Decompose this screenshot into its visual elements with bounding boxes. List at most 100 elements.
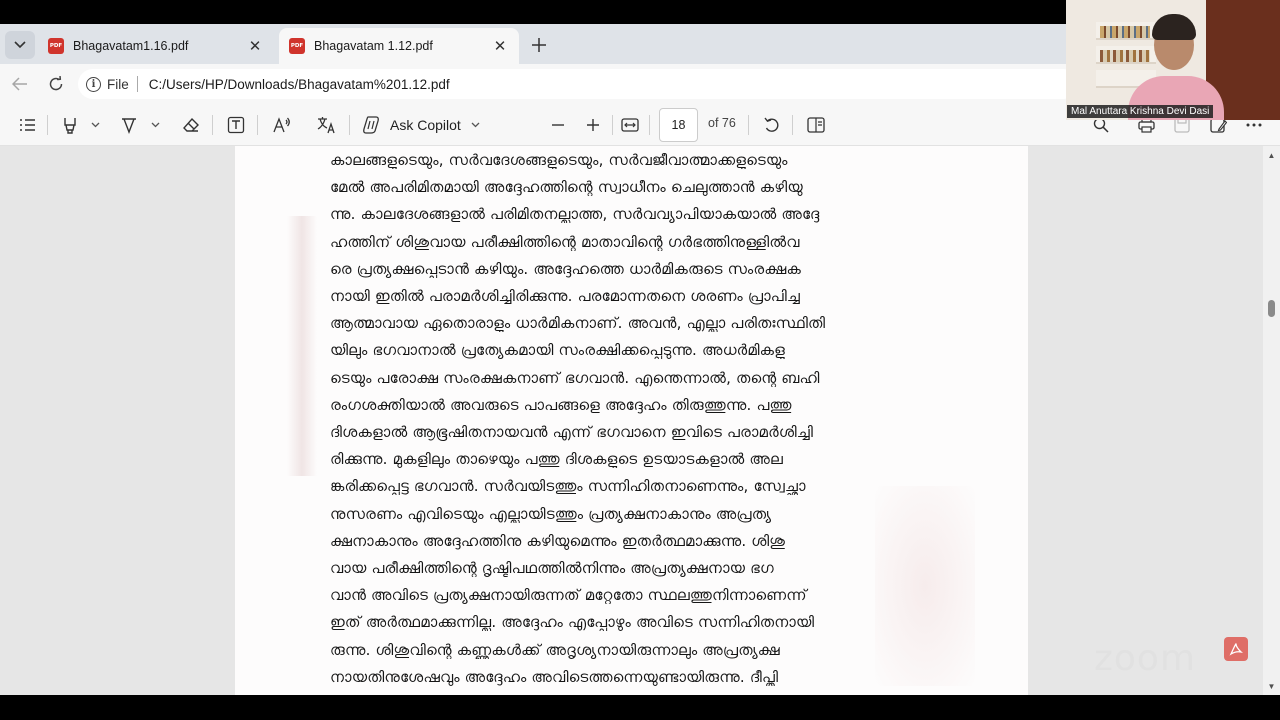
page-view-icon	[807, 117, 825, 133]
read-aloud-icon	[272, 117, 290, 133]
close-tab-icon[interactable]: ✕	[491, 37, 509, 55]
scroll-up-arrow-icon[interactable]: ▲	[1263, 148, 1280, 162]
document-text-line: രെ പ്രത്യക്ഷപ്പെടാൻ കഴിയും. അദ്ദേഹത്തെ ധ…	[330, 259, 801, 278]
document-text-line: ആത്മാവായ ഏതൊരാളും ധാർമികനാണ്. അവൻ, എല്ലാ…	[330, 314, 826, 333]
back-button[interactable]	[7, 71, 33, 97]
highlight-options-chevron[interactable]	[89, 113, 101, 137]
tab-title: Bhagavatam 1.12.pdf	[314, 39, 433, 53]
back-arrow-icon	[12, 77, 27, 91]
document-text-line: നായതിനുശേഷവും അദ്ദേഹം അവിടെത്തന്നെയുണ്ടാ…	[330, 667, 779, 686]
page-view-button[interactable]	[806, 113, 826, 137]
pdf-file-icon: PDF	[48, 38, 64, 54]
fit-to-width-button[interactable]	[620, 113, 640, 137]
url-divider	[136, 76, 138, 92]
contents-list-icon	[19, 119, 35, 131]
read-aloud-button[interactable]	[271, 113, 291, 137]
page-total-label: of 76	[708, 116, 736, 130]
tab-title: Bhagavatam1.16.pdf	[73, 39, 189, 53]
translate-icon	[317, 117, 335, 134]
books	[1100, 26, 1150, 38]
url-field[interactable]: i File C:/Users/HP/Downloads/Bhagavatam%…	[78, 69, 1078, 99]
toolbar-divider	[649, 115, 650, 135]
pdf-viewer[interactable]: കാലങ്ങളുടെയും, സർവദേശങ്ങളുടെയും, സർവജീവാ…	[0, 146, 1280, 695]
draw-button[interactable]	[119, 113, 139, 137]
participant-video-thumbnail[interactable]: Mal Anuttara Krishna Devi Dasi	[1066, 0, 1280, 120]
eraser-icon	[183, 117, 199, 132]
highlighter-icon	[64, 118, 76, 134]
document-text-line: രിക്കുന്നു. മുകളിലും താഴെയും പത്തു ദിശകള…	[330, 450, 783, 469]
vertical-scrollbar[interactable]: ▲ ▼	[1263, 146, 1280, 695]
chevron-down-icon	[14, 41, 26, 49]
document-text-line: മേൽ അപരിമിതമായി അദ്ദേഹത്തിന്റെ സ്വാധീനം …	[330, 178, 803, 197]
tab-actions-menu-button[interactable]	[5, 31, 35, 59]
scan-discoloration	[287, 216, 317, 476]
pdf-file-icon: PDF	[289, 38, 305, 54]
document-text-line: ദിശകളാൽ ആഭൂഷിതനായവൻ എന്ന് ഭഗവാനെ ഇവിടെ പ…	[330, 423, 814, 441]
acrobat-icon	[1224, 637, 1248, 661]
chevron-down-icon	[151, 122, 159, 128]
ask-copilot-label: Ask Copilot	[390, 117, 461, 133]
translate-button[interactable]	[315, 113, 337, 137]
toolbar-divider	[792, 115, 793, 135]
document-text-line: വാൻ അവിടെ പ്രത്യക്ഷനായിരുന്നത് മറ്റേതോ സ…	[330, 586, 807, 605]
document-text-line: കാലങ്ങളുടെയും, സർവദേശങ്ങളുടെയും, സർവജീവാ…	[330, 151, 788, 169]
rotate-button[interactable]	[761, 113, 781, 137]
document-text-line: യിലും ഭഗവാനാൽ പ്രത്യേകമായി സംരക്ഷിക്കപ്പ…	[330, 341, 786, 360]
toolbar-divider	[612, 115, 613, 135]
toolbar-divider	[47, 115, 48, 135]
copilot-icon	[363, 116, 379, 134]
minus-icon	[552, 124, 564, 126]
document-text-line: നായി ഇതിൽ പരാമർശിച്ചിരിക്കുന്നു. പരമോന്ന…	[330, 287, 801, 305]
document-text-line: ങ്കരിക്കപ്പെട്ട ഭഗവാൻ. സർവയിടത്തും സന്നി…	[330, 477, 806, 496]
close-tab-icon[interactable]: ✕	[246, 37, 264, 55]
url-scheme-label: File	[107, 76, 129, 92]
highlight-button[interactable]	[60, 113, 80, 137]
participant-name-label: Mal Anuttara Krishna Devi Dasi	[1067, 105, 1214, 118]
participant-figure	[1152, 14, 1196, 40]
draw-options-chevron[interactable]	[149, 113, 161, 137]
acrobat-logo-icon	[1229, 643, 1243, 656]
plus-icon	[587, 119, 599, 131]
chevron-down-icon	[91, 122, 99, 128]
toolbar-divider	[212, 115, 213, 135]
refresh-button[interactable]	[43, 71, 69, 97]
document-text-line: ഹത്തിന് ശിശുവായ പരീക്ഷിത്തിന്റെ മാതാവിന്…	[330, 232, 800, 251]
document-text-line: വായ പരീക്ഷിത്തിന്റെ ദൃഷ്ടിപഥത്തിൽനിന്നും…	[330, 559, 774, 577]
pen-icon	[122, 118, 136, 134]
page-number-input[interactable]: 18	[659, 108, 698, 142]
document-text-line: നുസരണം എവിടെയും എല്ലായിടത്തും പ്രത്യക്ഷന…	[330, 504, 772, 523]
refresh-icon	[49, 76, 63, 91]
zoom-out-button[interactable]	[548, 113, 568, 137]
more-dots-icon	[1246, 123, 1262, 127]
erase-button[interactable]	[181, 113, 201, 137]
document-text-line: രംഗശക്തിയാൽ അവരുടെ പാപങ്ങളെ അദ്ദേഹം തിരു…	[330, 395, 792, 414]
pdf-page: കാലങ്ങളുടെയും, സർവദേശങ്ങളുടെയും, സർവജീവാ…	[235, 146, 1028, 695]
books	[1100, 50, 1150, 62]
zoom-in-button[interactable]	[583, 113, 603, 137]
ask-copilot-button[interactable]: Ask Copilot	[362, 113, 480, 137]
rotate-icon	[763, 117, 778, 132]
screen: PDF Bhagavatam1.16.pdf ✕ PDF Bhagavatam …	[0, 0, 1280, 720]
new-tab-button[interactable]	[527, 33, 551, 57]
fit-width-icon	[621, 118, 639, 132]
toolbar-divider	[748, 115, 749, 135]
add-text-button[interactable]	[226, 113, 246, 137]
tab-bhagavatam-1-12[interactable]: PDF Bhagavatam 1.12.pdf ✕	[279, 28, 519, 64]
chevron-down-icon	[471, 122, 480, 128]
document-text-line: രുന്നു. ശിശുവിന്റെ കണ്ണുകൾക്ക് അദൃശ്യനായ…	[330, 640, 780, 659]
site-info-icon[interactable]: i	[86, 76, 101, 92]
scroll-down-arrow-icon[interactable]: ▼	[1263, 679, 1280, 693]
document-text-line: ന്നു. കാലദേശങ്ങളാൽ പരിമിതനല്ലാത്ത, സർവവ്…	[330, 205, 820, 224]
plus-icon	[532, 38, 546, 52]
table-of-contents-button[interactable]	[17, 113, 37, 137]
tab-bhagavatam-1-16[interactable]: PDF Bhagavatam1.16.pdf ✕	[38, 28, 274, 64]
document-text-line: ടെയും പരോക്ഷ സംരക്ഷകനാണ് ഭഗവാൻ. എന്തെന്ന…	[330, 368, 820, 387]
document-text-line: ഇത് അർത്ഥമാക്കുന്നില്ല. അദ്ദേഹം എപ്പോഴും…	[330, 613, 815, 632]
toolbar-divider	[349, 115, 350, 135]
url-text: C:/Users/HP/Downloads/Bhagavatam%201.12.…	[148, 76, 450, 92]
edge-browser-window: PDF Bhagavatam1.16.pdf ✕ PDF Bhagavatam …	[0, 24, 1280, 695]
zoom-watermark: zoom	[1094, 638, 1197, 679]
scrollbar-thumb[interactable]	[1268, 300, 1275, 317]
document-text-line: ക്ഷനാകാനും അദ്ദേഹത്തിനു കഴിയുമെന്നും ഇതർ…	[330, 531, 786, 550]
toolbar-divider	[257, 115, 258, 135]
